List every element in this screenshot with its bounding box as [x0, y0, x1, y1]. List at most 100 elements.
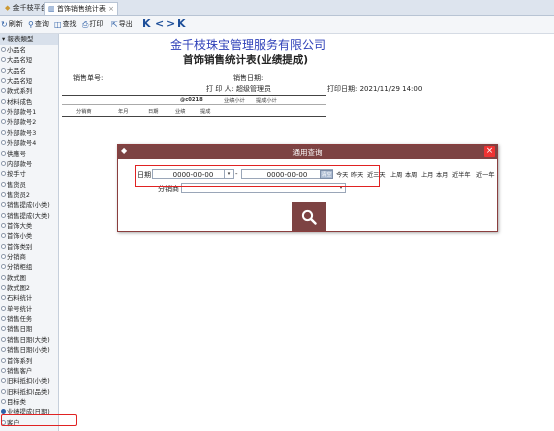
sidebar-item[interactable]: 材料成色	[0, 98, 58, 108]
tab-sales-report[interactable]: ▥ 首饰销售统计表 ×	[44, 2, 118, 15]
sidebar-item[interactable]: 外部款号1	[0, 108, 58, 118]
sidebar-item[interactable]: 款式图2	[0, 284, 58, 294]
sidebar-item[interactable]: 销售客户	[0, 367, 58, 377]
sidebar-item[interactable]: 目标类	[0, 398, 58, 408]
radio-icon[interactable]	[1, 222, 6, 228]
quick-range-link[interactable]: 近一年	[476, 170, 495, 179]
sidebar-item[interactable]: 销售日期(大类)	[0, 336, 58, 346]
radio-icon[interactable]	[1, 57, 6, 63]
radio-icon[interactable]	[1, 264, 6, 270]
sidebar-item[interactable]: 销售日期	[0, 325, 58, 335]
radio-icon[interactable]	[1, 316, 6, 322]
radio-icon[interactable]	[1, 326, 6, 332]
sidebar-item[interactable]: 分销商	[0, 253, 58, 263]
radio-icon[interactable]	[1, 171, 6, 177]
sidebar-item-label: 分销柜组	[7, 264, 33, 272]
radio-icon[interactable]	[1, 129, 6, 135]
print-button[interactable]: ⎙ 打印	[82, 18, 103, 31]
sidebar-item[interactable]: 外部款号3	[0, 129, 58, 139]
sidebar-item[interactable]: 首饰大类	[0, 222, 58, 232]
sidebar-item[interactable]: 销售提成(小类)	[0, 201, 58, 211]
radio-icon[interactable]	[1, 378, 6, 384]
export-button[interactable]: ⇱ 导出	[111, 18, 133, 31]
sidebar-item-label: 单号统计	[7, 305, 33, 313]
radio-icon[interactable]	[1, 295, 6, 301]
sidebar-item[interactable]: 旧料抵扣(小类)	[0, 377, 58, 387]
sidebar-header: ▾ 報表類型	[0, 34, 58, 45]
collapse-icon[interactable]: ▾	[2, 35, 5, 43]
sidebar-item[interactable]: 首饰系列	[0, 357, 58, 367]
radio-icon[interactable]	[1, 367, 6, 373]
sidebar-item[interactable]: 大品名	[0, 67, 58, 77]
find-button[interactable]: ◫ 查找	[54, 18, 77, 31]
sidebar-item[interactable]: 大品名短	[0, 56, 58, 66]
next-page-button[interactable]: >	[166, 17, 175, 30]
sidebar-item[interactable]: 小品名	[0, 46, 58, 56]
query-button[interactable]: ⚲ 查询	[28, 18, 49, 31]
quick-range-link[interactable]: 本月	[436, 170, 448, 179]
sidebar-item[interactable]: 售货员2	[0, 191, 58, 201]
close-icon[interactable]: ×	[484, 146, 495, 157]
sidebar-item[interactable]: 分销柜组	[0, 263, 58, 273]
col-commission: 提成	[200, 109, 211, 115]
sidebar-item[interactable]: 款式图	[0, 274, 58, 284]
radio-icon[interactable]	[1, 78, 6, 84]
quick-range-link[interactable]: 上月	[421, 170, 433, 179]
radio-icon[interactable]	[1, 47, 6, 52]
radio-icon[interactable]	[1, 212, 6, 218]
sidebar-item[interactable]: 大品名短	[0, 77, 58, 87]
sidebar-item[interactable]: 首饰类别	[0, 243, 58, 253]
sidebar-item-label: 大品名	[7, 67, 26, 75]
radio-icon[interactable]	[1, 347, 6, 353]
quick-range-link[interactable]: 上周	[390, 170, 402, 179]
close-tab-icon[interactable]: ×	[108, 5, 114, 13]
radio-icon[interactable]	[1, 336, 6, 342]
sidebar-item-label: 款式图	[7, 274, 26, 282]
radio-icon[interactable]	[1, 88, 6, 94]
prev-page-button[interactable]: <	[155, 17, 164, 30]
sidebar-item[interactable]: 石料统计	[0, 294, 58, 304]
search-button[interactable]	[292, 202, 326, 231]
sidebar-item[interactable]: 售货员	[0, 181, 58, 191]
radio-icon[interactable]	[1, 202, 6, 208]
radio-icon[interactable]	[1, 388, 6, 394]
radio-icon[interactable]	[1, 109, 6, 115]
sidebar-item[interactable]: 款式系列	[0, 87, 58, 97]
sidebar-item[interactable]: 外部款号4	[0, 139, 58, 149]
radio-icon[interactable]	[1, 160, 6, 166]
last-page-button[interactable]: K	[177, 17, 186, 30]
sidebar-item[interactable]: 首饰小类	[0, 232, 58, 242]
table-top-line	[62, 95, 326, 96]
radio-icon[interactable]	[1, 274, 6, 280]
sidebar-item[interactable]: 内部款号	[0, 160, 58, 170]
quick-range-link[interactable]: 本周	[405, 170, 417, 179]
first-page-button[interactable]: K	[142, 17, 151, 30]
sidebar-item[interactable]: 销售任务	[0, 315, 58, 325]
radio-icon[interactable]	[1, 119, 6, 125]
radio-icon[interactable]	[1, 67, 6, 73]
radio-icon[interactable]	[1, 140, 6, 146]
sidebar-item-label: 首饰类别	[7, 243, 33, 251]
radio-icon[interactable]	[1, 233, 6, 239]
sidebar-item[interactable]: 销售提成(大类)	[0, 212, 58, 222]
radio-icon[interactable]	[1, 150, 6, 156]
radio-icon[interactable]	[1, 285, 6, 291]
sidebar-item[interactable]: 销售日期(小类)	[0, 346, 58, 356]
radio-icon[interactable]	[1, 305, 6, 311]
sidebar-item[interactable]: 旧料抵扣(品类)	[0, 388, 58, 398]
sidebar-item-label: 销售提成(小类)	[7, 202, 50, 210]
radio-icon[interactable]	[1, 398, 6, 404]
radio-icon[interactable]	[1, 243, 6, 249]
sidebar-item[interactable]: 单号统计	[0, 305, 58, 315]
radio-icon[interactable]	[1, 254, 6, 259]
radio-icon[interactable]	[1, 181, 6, 187]
radio-icon[interactable]	[1, 191, 6, 197]
quick-range-link[interactable]: 近半年	[452, 170, 471, 179]
sidebar-item[interactable]: 供應号	[0, 150, 58, 160]
dialog-titlebar[interactable]: ◆ 通用查询 ×	[118, 145, 497, 159]
radio-icon[interactable]	[1, 98, 6, 104]
radio-icon[interactable]	[1, 357, 6, 363]
sidebar-item[interactable]: 按手寸	[0, 170, 58, 180]
sidebar-item[interactable]: 外部款号2	[0, 118, 58, 128]
refresh-button[interactable]: ↻ 刷新	[1, 18, 23, 31]
